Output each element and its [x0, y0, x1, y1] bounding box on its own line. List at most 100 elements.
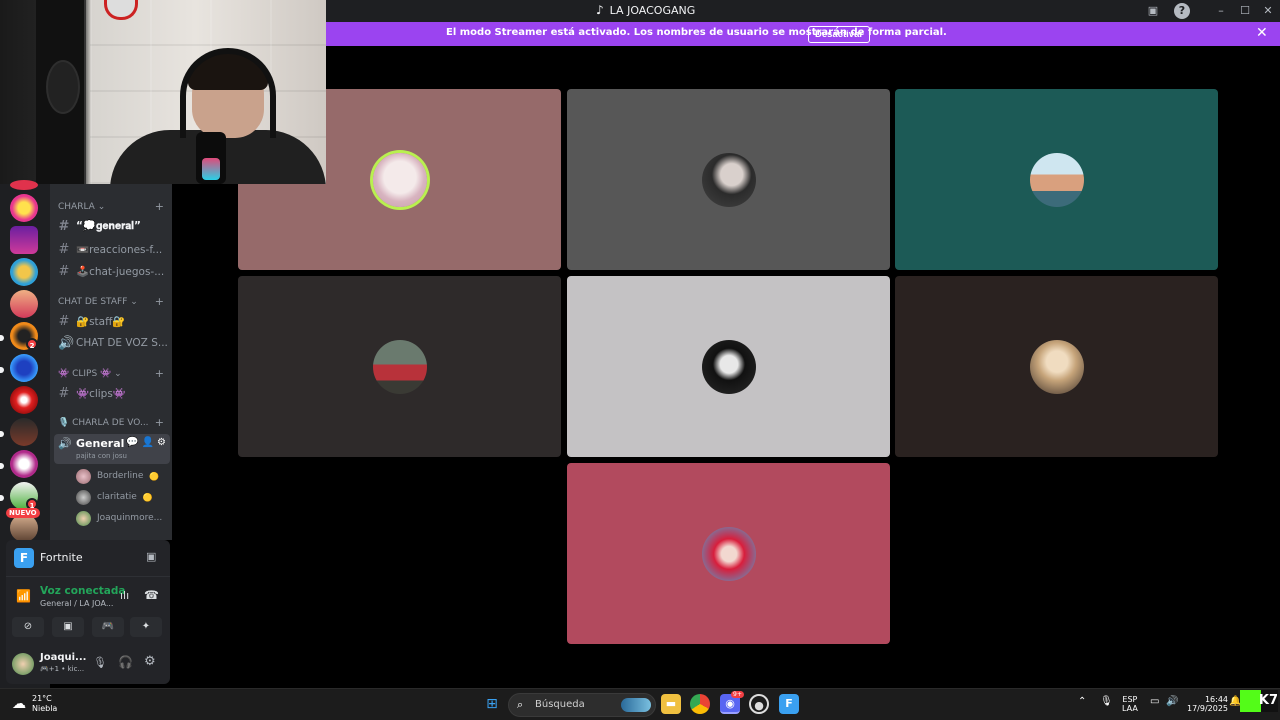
soundboard-button[interactable]: ✦ [130, 617, 162, 637]
close-banner-icon[interactable]: ✕ [1256, 25, 1268, 41]
invite-icon[interactable]: 👤 [142, 437, 154, 448]
participant-avatar [372, 152, 427, 207]
speaker-icon: 🔊 [58, 437, 72, 450]
activity-game: Fortnite [40, 551, 83, 564]
category-clips[interactable]: 👾 CLIPS 👾 ⌄ [58, 369, 122, 379]
headphones-icon[interactable]: 🎧 [118, 655, 133, 669]
voice-connected-panel: 📶 Voz conectada General / LA JOA... ılı … [6, 576, 170, 644]
hash-icon: # [58, 241, 70, 257]
server-icon[interactable] [10, 180, 38, 190]
stage-tile-5[interactable] [567, 276, 890, 457]
discord-badge: 9+ [731, 691, 744, 698]
search-box[interactable]: ⌕ Búsqueda [508, 693, 656, 717]
voice-user[interactable]: Borderline 🟡 [76, 466, 170, 486]
tiktok-icon: ♪ [596, 3, 604, 17]
server-icon[interactable] [10, 418, 38, 446]
participant-avatar [1029, 152, 1084, 207]
channel-general-text[interactable]: # “💭𝐠𝐞𝐧𝐞𝐫𝐚𝐥” [58, 216, 168, 236]
voice-channel-status: pajita con josu [76, 452, 127, 460]
channel-sidebar: CHARLA ⌄ + # “💭𝐠𝐞𝐧𝐞𝐫𝐚𝐥” # 📼reacciones-f...… [50, 184, 172, 540]
chrome-icon[interactable] [690, 694, 710, 714]
server-icon[interactable] [10, 514, 38, 542]
maximize-button[interactable]: ☐ [1236, 2, 1254, 20]
stage-tile-7[interactable] [567, 463, 890, 644]
fortnite-taskbar-icon[interactable]: F [779, 694, 799, 714]
add-channel-icon[interactable]: + [155, 416, 164, 429]
channel-staff[interactable]: # 🔐staff🔐 [58, 311, 168, 331]
server-icon[interactable] [10, 194, 38, 222]
network-icon[interactable]: ▭ [1150, 697, 1159, 707]
gear-icon[interactable]: ⚙ [157, 437, 166, 448]
gear-icon[interactable]: ⚙ [144, 654, 156, 669]
disconnect-icon[interactable]: ☎ [144, 588, 159, 602]
windows-start-icon[interactable]: ⊞ [482, 694, 502, 714]
hash-icon: # [58, 385, 70, 401]
microphone-tray-icon[interactable]: 🎙 [1100, 697, 1113, 707]
language-indicator[interactable]: ESP LAA [1122, 695, 1138, 713]
chat-icon[interactable]: 💬 [126, 437, 138, 448]
voice-user[interactable]: claritatie 🟡 [76, 487, 170, 507]
avatar [76, 489, 91, 505]
voice-channel-path[interactable]: General / LA JOA... [40, 599, 113, 608]
server-mention-badge: 2 [26, 338, 38, 350]
server-icon[interactable] [10, 450, 38, 478]
participant-avatar [701, 526, 756, 581]
search-highlight-icon [621, 698, 651, 712]
server-icon[interactable] [10, 290, 38, 318]
server-icon[interactable] [10, 386, 38, 414]
channel-staff-voice[interactable]: 🔊 CHAT DE VOZ S... [58, 333, 168, 353]
voice-user[interactable]: Joaquinmore... [76, 508, 170, 528]
server-icon[interactable] [10, 226, 38, 254]
add-channel-icon[interactable]: + [155, 367, 164, 380]
screen-share-icon[interactable]: ▣ [146, 550, 156, 563]
add-channel-icon[interactable]: + [155, 295, 164, 308]
server-icon[interactable] [10, 354, 38, 382]
noise-suppression-icon[interactable]: ılı [120, 589, 129, 602]
channel-juegos[interactable]: # 🕹️chat-juegos-... [58, 261, 168, 281]
chevron-up-icon[interactable]: ⌃ [1078, 697, 1086, 707]
search-icon: ⌕ [517, 698, 524, 711]
category-charla[interactable]: CHARLA ⌄ [58, 202, 105, 212]
participant-avatar [701, 339, 756, 394]
close-button[interactable]: ✕ [1259, 2, 1277, 20]
stage-tile-4[interactable] [238, 276, 561, 457]
server-icon[interactable] [10, 258, 38, 286]
participant-avatar [372, 339, 427, 394]
activities-button[interactable]: 🎮 [92, 617, 124, 637]
file-explorer-icon[interactable]: ▬ [661, 694, 681, 714]
stage-tile-6[interactable] [895, 276, 1218, 457]
game-icon: 🟡 [142, 492, 153, 502]
hash-icon: # [58, 263, 70, 279]
volume-icon[interactable]: 🔊 [1166, 697, 1178, 707]
stage-tile-3[interactable] [895, 89, 1218, 270]
taskbar: ☁ 21°C Niebla ⊞ ⌕ Búsqueda ▬ ◉ 9+ ● F ⌃ … [0, 688, 1280, 720]
clock[interactable]: 16:44 17/9/2025 [1187, 695, 1228, 713]
category-staff[interactable]: CHAT DE STAFF ⌄ [58, 297, 138, 307]
participant-avatar [701, 152, 756, 207]
screen-share-button[interactable]: ▣ [52, 617, 84, 637]
user-name[interactable]: Joaqui... [40, 652, 86, 663]
avatar[interactable] [12, 653, 34, 675]
voice-channel-general[interactable]: 🔊 General pajita con josu 💬 👤 ⚙ [54, 434, 170, 464]
game-icon: 🟡 [149, 471, 160, 481]
participant-avatar [1029, 339, 1084, 394]
channel-reacciones[interactable]: # 📼reacciones-f... [58, 239, 168, 259]
obs-icon[interactable]: ● [749, 694, 769, 714]
add-channel-icon[interactable]: + [155, 200, 164, 213]
channel-clips[interactable]: # 👾clips👾 [58, 383, 168, 403]
microphone-icon[interactable]: 🎙 [93, 656, 107, 669]
hash-icon: # [58, 313, 70, 329]
minimize-button[interactable]: – [1212, 2, 1230, 20]
activity-panel[interactable]: F Fortnite ▣ [6, 540, 170, 576]
inbox-icon[interactable]: ▣ [1144, 2, 1162, 20]
weather-widget[interactable]: ☁ 21°C Niebla [12, 694, 57, 714]
user-panel: Joaqui... 🎮+1 • kic... 🎙 🎧 ⚙ [6, 644, 170, 684]
signal-icon: 📶 [16, 589, 31, 603]
camera-off-button[interactable]: ⊘ [12, 617, 44, 637]
help-icon[interactable]: ? [1174, 3, 1190, 19]
stage-tile-2[interactable] [567, 89, 890, 270]
category-voice[interactable]: 🎙️ CHARLA DE VO... [58, 418, 149, 428]
speaker-icon: 🔊 [58, 335, 75, 351]
disable-streamer-mode-button[interactable]: Desactivar [808, 26, 871, 43]
voice-status[interactable]: Voz conectada [40, 585, 126, 597]
